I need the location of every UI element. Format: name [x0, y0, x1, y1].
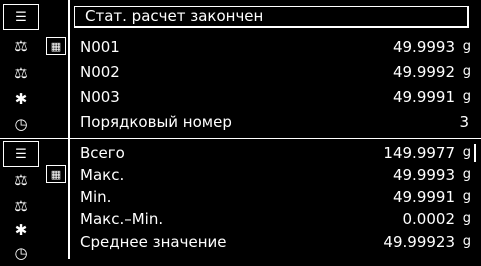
weight-settings-icon[interactable]: ⚖: [3, 60, 39, 86]
calculator-icon[interactable]: ▦: [46, 37, 66, 55]
total-value: 149.9977: [383, 144, 455, 162]
divider: [68, 139, 70, 259]
unit-label: g: [462, 145, 471, 160]
balance-icon[interactable]: ⚖: [3, 167, 39, 193]
list-item: Min. 49.9991 g: [80, 185, 475, 209]
selection-cursor: [474, 144, 476, 162]
statistics-summary-panel: ☰ ⚖ ⚖ ✱ ◷ ▦ Всего 149.9977 g Макс. 49.99…: [0, 139, 481, 260]
unit-label: g: [462, 189, 471, 204]
sample-value: 49.9993: [392, 38, 455, 56]
sequence-number-value: 3: [459, 113, 469, 131]
range-label: Макс.–Min.: [80, 210, 164, 228]
list-item: N002 49.9992 g: [80, 60, 475, 84]
unit-label: g: [462, 211, 471, 226]
list-item: Макс. 49.9993 g: [80, 163, 475, 187]
left-toolbar: ☰ ⚖ ⚖ ✱ ◷: [0, 139, 45, 260]
list-item: Макс.–Min. 0.0002 g: [80, 207, 475, 231]
calculator-icon[interactable]: ▦: [46, 165, 66, 183]
list-item: Порядковый номер 3: [80, 110, 475, 134]
gear-icon[interactable]: ✱: [3, 86, 39, 112]
status-title: Стат. расчет закончен: [74, 6, 469, 28]
statistics-result-panel: ☰ ⚖ ⚖ ✱ ◷ ▦ Стат. расчет закончен N001 4…: [0, 0, 481, 139]
min-label: Min.: [80, 188, 112, 206]
sample-value: 49.9991: [392, 88, 455, 106]
list-item: N001 49.9993 g: [80, 35, 475, 59]
unit-label: g: [462, 89, 471, 104]
left-toolbar: ☰ ⚖ ⚖ ✱ ◷: [0, 0, 45, 139]
sample-value: 49.9992: [392, 63, 455, 81]
clock-icon[interactable]: ◷: [3, 111, 39, 137]
sample-label: N003: [80, 88, 120, 106]
sample-label: N001: [80, 38, 120, 56]
max-value: 49.9993: [392, 166, 455, 184]
list-item: Среднее значение 49.99923 g: [80, 230, 475, 254]
menu-icon[interactable]: ☰: [3, 141, 39, 167]
average-label: Среднее значение: [80, 233, 227, 251]
divider: [68, 0, 70, 139]
balance-icon[interactable]: ⚖: [3, 33, 39, 59]
min-value: 49.9991: [392, 188, 455, 206]
total-label: Всего: [80, 144, 125, 162]
average-value: 49.99923: [383, 233, 455, 251]
unit-label: g: [462, 39, 471, 54]
unit-label: g: [462, 64, 471, 79]
max-label: Макс.: [80, 166, 125, 184]
weight-settings-icon[interactable]: ⚖: [3, 193, 39, 219]
clock-icon[interactable]: ◷: [3, 240, 39, 266]
list-item-total[interactable]: Всего 149.9977 g: [80, 141, 476, 165]
unit-label: g: [462, 234, 471, 249]
range-value: 0.0002: [402, 210, 456, 228]
list-item: N003 49.9991 g: [80, 85, 475, 109]
menu-icon[interactable]: ☰: [3, 4, 39, 30]
sequence-number-label: Порядковый номер: [80, 113, 232, 131]
unit-label: g: [462, 167, 471, 182]
sample-label: N002: [80, 63, 120, 81]
